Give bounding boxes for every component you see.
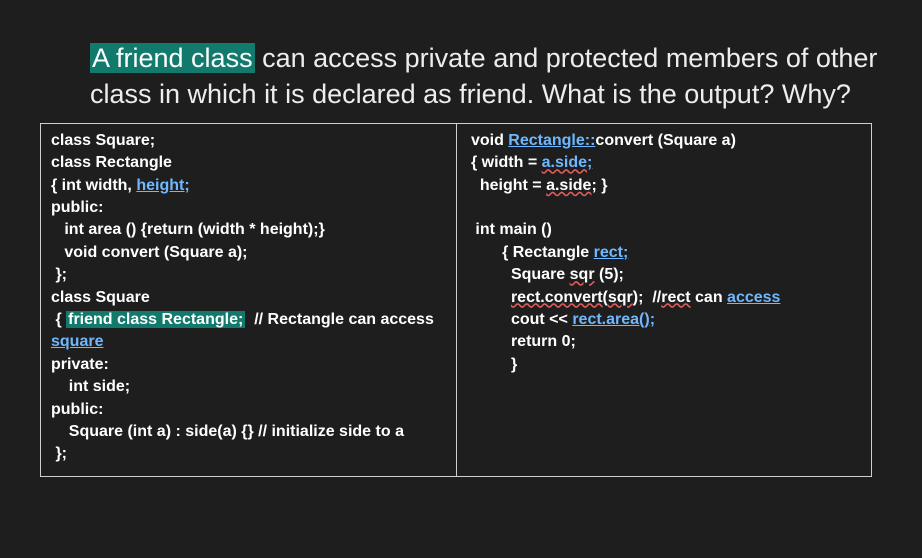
code-right-cell: void Rectangle::convert (Square a) { wid…: [456, 123, 872, 476]
intro-highlight: A friend class: [90, 43, 255, 73]
code-table: class Square; class Rectangle { int widt…: [40, 123, 872, 477]
intro-paragraph: A friend class can access private and pr…: [90, 40, 880, 113]
code-left-cell: class Square; class Rectangle { int widt…: [41, 123, 457, 476]
code-left: class Square; class Rectangle { int widt…: [51, 130, 446, 466]
code-right: void Rectangle::convert (Square a) { wid…: [467, 130, 862, 376]
slide: A friend class can access private and pr…: [0, 0, 922, 558]
